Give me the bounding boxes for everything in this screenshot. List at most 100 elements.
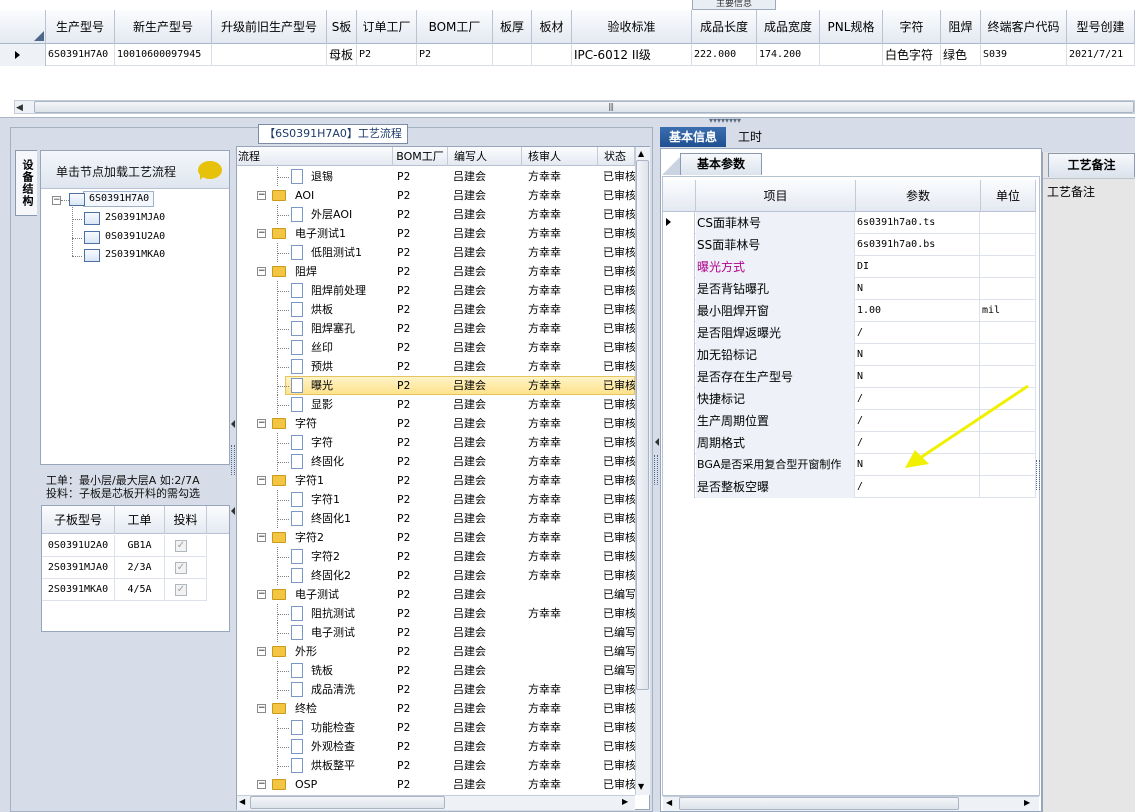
- process-row[interactable]: − AOI P2 吕建会 方幸幸 已审核: [237, 186, 635, 205]
- process-name[interactable]: 阻抗测试: [311, 604, 392, 623]
- writer-cell[interactable]: 吕建会: [453, 585, 523, 604]
- param-value[interactable]: 1.00: [856, 300, 980, 322]
- bom-factory-cell[interactable]: P2: [397, 585, 447, 604]
- grid-cell[interactable]: [493, 44, 532, 66]
- col-status[interactable]: 状态: [598, 147, 635, 166]
- bom-factory-cell[interactable]: P2: [397, 433, 447, 452]
- col-header[interactable]: 新生产型号: [115, 10, 212, 44]
- reviewer-cell[interactable]: 方幸幸: [528, 471, 598, 490]
- col-item[interactable]: 项目: [696, 180, 856, 212]
- param-value[interactable]: /: [856, 476, 980, 498]
- writer-cell[interactable]: 吕建会: [453, 775, 523, 794]
- status-cell[interactable]: 已审核: [603, 414, 635, 433]
- process-row[interactable]: 电子测试 P2 吕建会 已编写: [237, 623, 635, 642]
- param-scroll-thumb[interactable]: [679, 797, 959, 810]
- process-name[interactable]: 丝印: [311, 338, 392, 357]
- process-name[interactable]: 终检: [295, 699, 392, 718]
- param-row[interactable]: 是否阻焊返曝光 /: [663, 322, 1036, 344]
- process-name[interactable]: 烘板整平: [311, 756, 392, 775]
- process-row[interactable]: − 字符2 P2 吕建会 方幸幸 已审核: [237, 528, 635, 547]
- reviewer-cell[interactable]: 方幸幸: [528, 528, 598, 547]
- process-row[interactable]: 字符2 P2 吕建会 方幸幸 已审核: [237, 547, 635, 566]
- param-value[interactable]: N: [856, 344, 980, 366]
- status-cell[interactable]: 已编写: [603, 661, 635, 680]
- param-value[interactable]: 6s0391h7a0.ts: [856, 212, 980, 234]
- status-cell[interactable]: 已审核: [603, 490, 635, 509]
- writer-cell[interactable]: 吕建会: [453, 642, 523, 661]
- col-header[interactable]: 阻焊: [941, 10, 981, 44]
- tree-node-child[interactable]: 2S0391MKA0: [105, 249, 165, 260]
- process-name[interactable]: 字符: [295, 414, 392, 433]
- col-header[interactable]: 字符: [883, 10, 941, 44]
- process-name[interactable]: 低阻测试1: [311, 243, 392, 262]
- grid-cell[interactable]: P2: [357, 44, 417, 66]
- status-cell[interactable]: 已审核: [603, 357, 635, 376]
- process-name[interactable]: 字符2: [311, 547, 392, 566]
- grid-cell[interactable]: 222.000: [692, 44, 757, 66]
- writer-cell[interactable]: 吕建会: [453, 680, 523, 699]
- bom-factory-cell[interactable]: P2: [397, 490, 447, 509]
- reviewer-cell[interactable]: 方幸幸: [528, 775, 598, 794]
- splitter-handle[interactable]: [654, 455, 658, 485]
- grid-cell[interactable]: S039: [981, 44, 1067, 66]
- writer-cell[interactable]: 吕建会: [453, 357, 523, 376]
- col-reviewer[interactable]: 核审人: [522, 147, 598, 166]
- reviewer-cell[interactable]: 方幸幸: [528, 262, 598, 281]
- writer-cell[interactable]: 吕建会: [453, 661, 523, 680]
- tab-process-remark[interactable]: 工艺备注: [1048, 153, 1135, 177]
- process-row[interactable]: 终固化 P2 吕建会 方幸幸 已审核: [237, 452, 635, 471]
- col-header[interactable]: 板材: [532, 10, 572, 44]
- status-cell[interactable]: 已审核: [603, 699, 635, 718]
- writer-cell[interactable]: 吕建会: [453, 300, 523, 319]
- writer-cell[interactable]: 吕建会: [453, 414, 523, 433]
- reviewer-cell[interactable]: 方幸幸: [528, 376, 598, 395]
- writer-cell[interactable]: 吕建会: [453, 604, 523, 623]
- bom-factory-cell[interactable]: P2: [397, 205, 447, 224]
- process-name[interactable]: 外层AOI: [311, 205, 392, 224]
- grid-cell[interactable]: [212, 44, 327, 66]
- status-cell[interactable]: 已审核: [603, 376, 635, 395]
- writer-cell[interactable]: 吕建会: [453, 186, 523, 205]
- sub-model-cell[interactable]: 2S0391MKA0: [42, 579, 115, 601]
- reviewer-cell[interactable]: 方幸幸: [528, 338, 598, 357]
- process-scroll-thumb[interactable]: [636, 160, 649, 690]
- reviewer-cell[interactable]: [528, 623, 598, 642]
- col-header[interactable]: 升级前旧生产型号: [212, 10, 327, 44]
- bom-factory-cell[interactable]: P2: [397, 623, 447, 642]
- status-cell[interactable]: 已审核: [603, 718, 635, 737]
- status-cell[interactable]: 已审核: [603, 300, 635, 319]
- collapse-icon[interactable]: −: [257, 647, 266, 656]
- param-row[interactable]: 最小阻焊开窗 1.00 mil: [663, 300, 1036, 322]
- tab-equipment-structure[interactable]: 设备结构: [15, 150, 37, 216]
- bom-factory-cell[interactable]: P2: [397, 604, 447, 623]
- sub-order-cell[interactable]: GB1A: [115, 535, 165, 557]
- reviewer-cell[interactable]: 方幸幸: [528, 243, 598, 262]
- collapse-icon[interactable]: −: [257, 533, 266, 542]
- param-unit[interactable]: [981, 212, 1036, 234]
- process-name[interactable]: 阻焊: [295, 262, 392, 281]
- grid-cell[interactable]: 2021/7/21: [1067, 44, 1135, 66]
- feed-checkbox[interactable]: ✓: [175, 584, 187, 596]
- bom-factory-cell[interactable]: P2: [397, 756, 447, 775]
- bom-factory-cell[interactable]: P2: [397, 338, 447, 357]
- col-value[interactable]: 参数: [856, 180, 981, 212]
- status-cell[interactable]: 已审核: [603, 680, 635, 699]
- param-unit[interactable]: [981, 344, 1036, 366]
- status-cell[interactable]: 已审核: [603, 338, 635, 357]
- writer-cell[interactable]: 吕建会: [453, 167, 523, 186]
- reviewer-cell[interactable]: 方幸幸: [528, 604, 598, 623]
- bom-factory-cell[interactable]: P2: [397, 509, 447, 528]
- writer-cell[interactable]: 吕建会: [453, 490, 523, 509]
- col-header[interactable]: 成品宽度: [757, 10, 820, 44]
- process-row[interactable]: 曝光 P2 吕建会 方幸幸 已审核: [237, 376, 635, 395]
- sub-grid-row[interactable]: 2S0391MKA0 4/5A ✓: [42, 579, 207, 601]
- process-row[interactable]: 退锡 P2 吕建会 方幸幸 已审核: [237, 167, 635, 186]
- process-row[interactable]: − 阻焊 P2 吕建会 方幸幸 已审核: [237, 262, 635, 281]
- process-row[interactable]: − 字符1 P2 吕建会 方幸幸 已审核: [237, 471, 635, 490]
- col-bom-factory[interactable]: BOM工厂: [393, 147, 448, 166]
- process-name[interactable]: 字符: [311, 433, 392, 452]
- collapse-icon[interactable]: −: [257, 229, 266, 238]
- param-value[interactable]: N: [856, 278, 980, 300]
- tree-node-child[interactable]: 0S0391U2A0: [105, 231, 165, 242]
- status-cell[interactable]: 已审核: [603, 756, 635, 775]
